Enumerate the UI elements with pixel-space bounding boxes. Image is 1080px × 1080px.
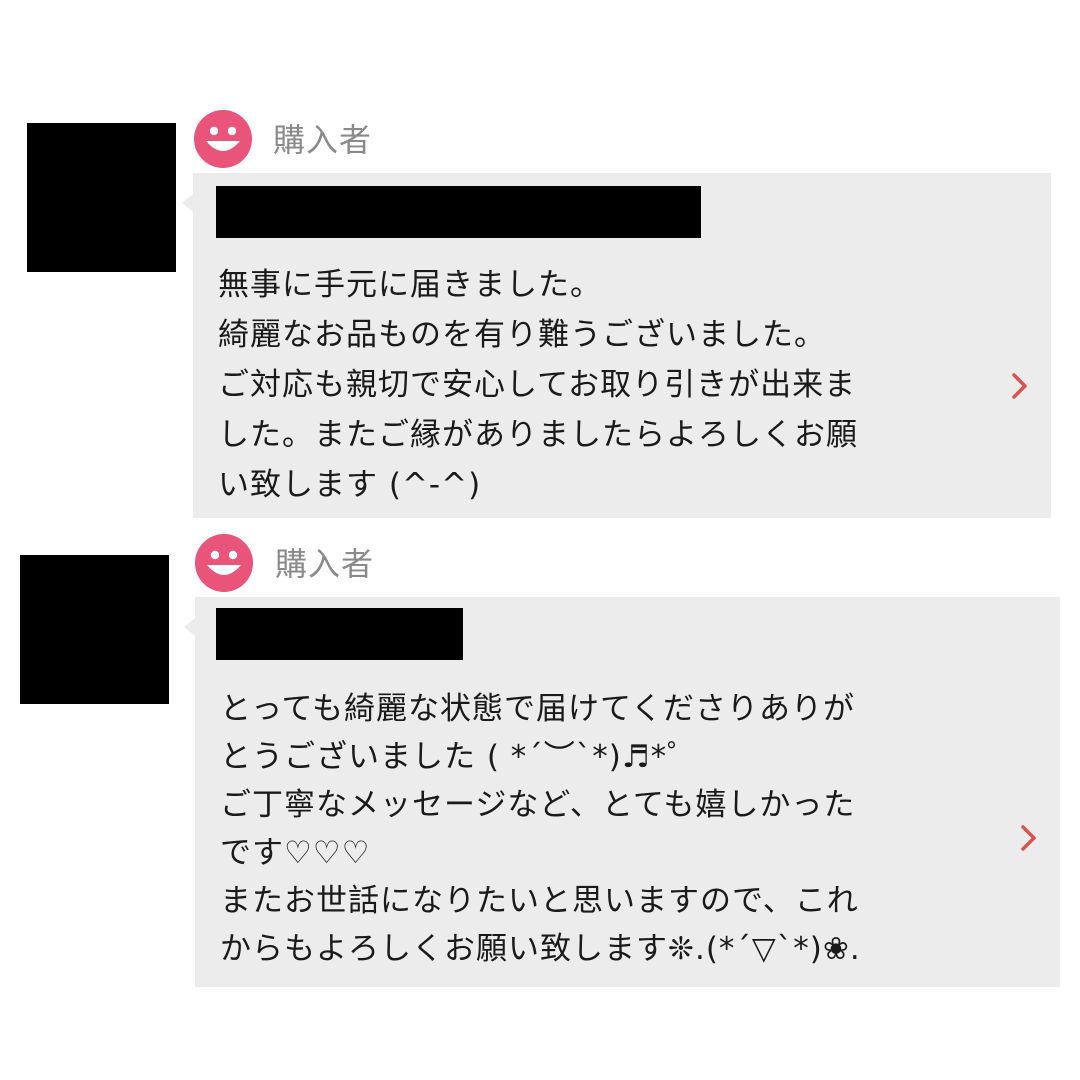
bubble-tail xyxy=(184,618,195,636)
chevron-right-icon[interactable] xyxy=(1015,823,1041,853)
review-bubble[interactable]: 無事に手元に届きました。 綺麗なお品ものを有り難うございました。 ご対応も親切で… xyxy=(182,173,1051,518)
bubble-tail xyxy=(182,194,193,212)
redacted-profile-image xyxy=(20,555,169,704)
role-label: 購入者 xyxy=(275,545,375,583)
smiley-face-icon xyxy=(194,110,252,168)
review-bubble[interactable]: とっても綺麗な状態で届けてくださりありが とうございました ( *´︶`*)♬*… xyxy=(184,597,1060,987)
redacted-username xyxy=(216,608,463,660)
chevron-right-icon[interactable] xyxy=(1006,371,1032,401)
role-label: 購入者 xyxy=(273,121,373,159)
review-message: 無事に手元に届きました。 綺麗なお品ものを有り難うございました。 ご対応も親切で… xyxy=(218,267,858,503)
review-message: とっても綺麗な状態で届けてくださりありが とうございました ( *´︶`*)♬*… xyxy=(220,691,861,967)
smiley-face-icon xyxy=(195,534,253,592)
redacted-profile-image xyxy=(27,123,176,272)
redacted-username xyxy=(216,186,701,238)
